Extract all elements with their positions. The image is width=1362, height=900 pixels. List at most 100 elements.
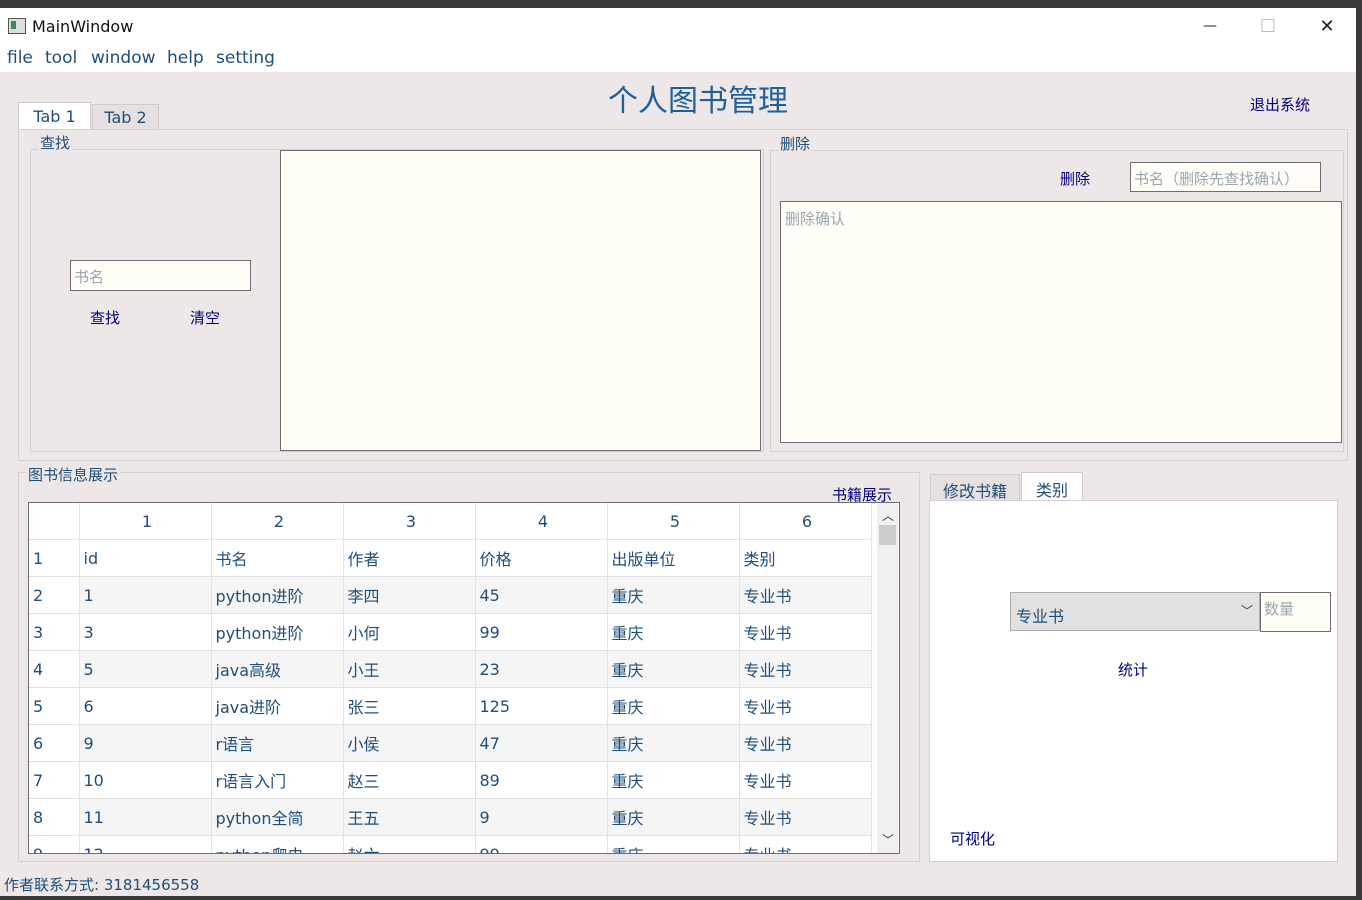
- table-cell[interactable]: id: [79, 539, 212, 577]
- scroll-down-icon[interactable]: ﹀: [882, 831, 894, 848]
- menu-setting[interactable]: setting: [216, 48, 275, 68]
- table-cell[interactable]: python进阶: [211, 613, 344, 651]
- tab-edit-book[interactable]: 修改书籍: [930, 474, 1020, 501]
- table-cell[interactable]: java进阶: [211, 687, 344, 725]
- delete-book-input[interactable]: 书名（删除先查找确认）: [1130, 162, 1321, 192]
- table-row[interactable]: 5 6 java进阶 张三 125 重庆 专业书: [29, 687, 872, 725]
- table-cell[interactable]: 23: [475, 650, 608, 688]
- clear-button[interactable]: 清空: [190, 307, 220, 328]
- table-cell[interactable]: 9: [79, 724, 212, 762]
- table-row[interactable]: 2 1 python进阶 李四 45 重庆 专业书: [29, 576, 872, 614]
- book-table[interactable]: 1 2 3 4 5 6 1 id 书名 作者 价格 出版单位 类别 2 1 python进阶 李四 4…: [28, 502, 900, 854]
- table-cell[interactable]: 重庆: [607, 576, 740, 614]
- column-header[interactable]: 5: [607, 503, 740, 540]
- table-cell[interactable]: 89: [475, 761, 608, 799]
- table-cell[interactable]: 小王: [343, 650, 476, 688]
- table-cell[interactable]: 10: [79, 761, 212, 799]
- row-number[interactable]: 5: [29, 687, 80, 725]
- table-cell[interactable]: 3: [79, 613, 212, 651]
- count-input[interactable]: 数量: [1260, 592, 1331, 632]
- table-cell[interactable]: 重庆: [607, 687, 740, 725]
- table-row[interactable]: 1 id 书名 作者 价格 出版单位 类别: [29, 539, 872, 577]
- table-row[interactable]: 7 10 r语言入门 赵三 89 重庆 专业书: [29, 761, 872, 799]
- table-cell[interactable]: 重庆: [607, 761, 740, 799]
- close-button[interactable]: ✕: [1307, 14, 1347, 38]
- table-cell[interactable]: 重庆: [607, 798, 740, 836]
- table-cell[interactable]: 赵六: [343, 835, 476, 853]
- table-cell[interactable]: 重庆: [607, 724, 740, 762]
- table-row[interactable]: 3 3 python进阶 小何 99 重庆 专业书: [29, 613, 872, 651]
- search-result-area[interactable]: [280, 150, 761, 451]
- row-number[interactable]: 6: [29, 724, 80, 762]
- row-number[interactable]: 1: [29, 539, 80, 577]
- table-cell[interactable]: 125: [475, 687, 608, 725]
- maximize-button[interactable]: ☐: [1248, 14, 1288, 38]
- delete-confirm-area[interactable]: 删除确认: [780, 201, 1342, 443]
- table-cell[interactable]: 专业书: [739, 576, 872, 614]
- column-header[interactable]: 6: [739, 503, 872, 540]
- search-input[interactable]: 书名: [70, 260, 251, 291]
- table-row[interactable]: 4 5 java高级 小王 23 重庆 专业书: [29, 650, 872, 688]
- table-cell[interactable]: 专业书: [739, 613, 872, 651]
- table-cell[interactable]: r语言: [211, 724, 344, 762]
- table-cell[interactable]: 99: [475, 613, 608, 651]
- exit-system-button[interactable]: 退出系统: [1250, 94, 1310, 115]
- menu-help[interactable]: help: [167, 48, 204, 68]
- table-vertical-scrollbar[interactable]: ︿ ﹀: [877, 503, 898, 853]
- table-cell[interactable]: 重庆: [607, 613, 740, 651]
- column-header[interactable]: 3: [343, 503, 476, 540]
- table-cell[interactable]: 6: [79, 687, 212, 725]
- visualize-button[interactable]: 可视化: [950, 828, 995, 849]
- table-cell[interactable]: 作者: [343, 539, 476, 577]
- table-cell[interactable]: 类别: [739, 539, 872, 577]
- table-cell[interactable]: 专业书: [739, 835, 872, 853]
- table-cell[interactable]: 赵三: [343, 761, 476, 799]
- tab-1[interactable]: Tab 1: [18, 102, 91, 130]
- menu-window[interactable]: window: [91, 48, 156, 68]
- table-cell[interactable]: 出版单位: [607, 539, 740, 577]
- find-button[interactable]: 查找: [90, 307, 120, 328]
- menu-tool[interactable]: tool: [45, 48, 77, 68]
- table-cell[interactable]: 专业书: [739, 687, 872, 725]
- table-cell[interactable]: 专业书: [739, 724, 872, 762]
- table-cell[interactable]: 重庆: [607, 835, 740, 853]
- table-cell[interactable]: 99: [475, 835, 608, 853]
- table-cell[interactable]: 1: [79, 576, 212, 614]
- row-number[interactable]: 3: [29, 613, 80, 651]
- scroll-thumb[interactable]: [879, 525, 896, 545]
- column-header[interactable]: 2: [211, 503, 344, 540]
- table-cell[interactable]: python爬虫: [211, 835, 344, 853]
- delete-button[interactable]: 删除: [1060, 168, 1090, 189]
- table-cell[interactable]: 专业书: [739, 798, 872, 836]
- tab-category[interactable]: 类别: [1021, 472, 1083, 501]
- table-row[interactable]: 912python爬虫赵六99重庆专业书: [29, 835, 872, 853]
- scroll-up-icon[interactable]: ︿: [882, 507, 894, 524]
- table-row[interactable]: 8 11 python全简 王五 9 重庆 专业书: [29, 798, 872, 836]
- table-cell[interactable]: 专业书: [739, 761, 872, 799]
- table-cell[interactable]: 5: [79, 650, 212, 688]
- table-cell[interactable]: java高级: [211, 650, 344, 688]
- table-cell[interactable]: 价格: [475, 539, 608, 577]
- category-select[interactable]: 专业书 ﹀: [1010, 592, 1260, 631]
- table-cell[interactable]: 47: [475, 724, 608, 762]
- table-cell[interactable]: 重庆: [607, 650, 740, 688]
- stats-button[interactable]: 统计: [1118, 659, 1148, 680]
- row-number[interactable]: 4: [29, 650, 80, 688]
- table-cell[interactable]: 小何: [343, 613, 476, 651]
- row-number[interactable]: 9: [29, 835, 80, 853]
- row-number[interactable]: 8: [29, 798, 80, 836]
- menu-file[interactable]: file: [7, 48, 33, 68]
- minimize-button[interactable]: —: [1190, 14, 1230, 38]
- column-header[interactable]: 1: [79, 503, 212, 540]
- table-cell[interactable]: 9: [475, 798, 608, 836]
- table-cell[interactable]: python进阶: [211, 576, 344, 614]
- column-header[interactable]: 4: [475, 503, 608, 540]
- row-number[interactable]: 7: [29, 761, 80, 799]
- table-cell[interactable]: python全简: [211, 798, 344, 836]
- table-cell[interactable]: 小侯: [343, 724, 476, 762]
- table-cell[interactable]: 张三: [343, 687, 476, 725]
- table-cell[interactable]: 45: [475, 576, 608, 614]
- table-cell[interactable]: 王五: [343, 798, 476, 836]
- row-number[interactable]: 2: [29, 576, 80, 614]
- table-cell[interactable]: 书名: [211, 539, 344, 577]
